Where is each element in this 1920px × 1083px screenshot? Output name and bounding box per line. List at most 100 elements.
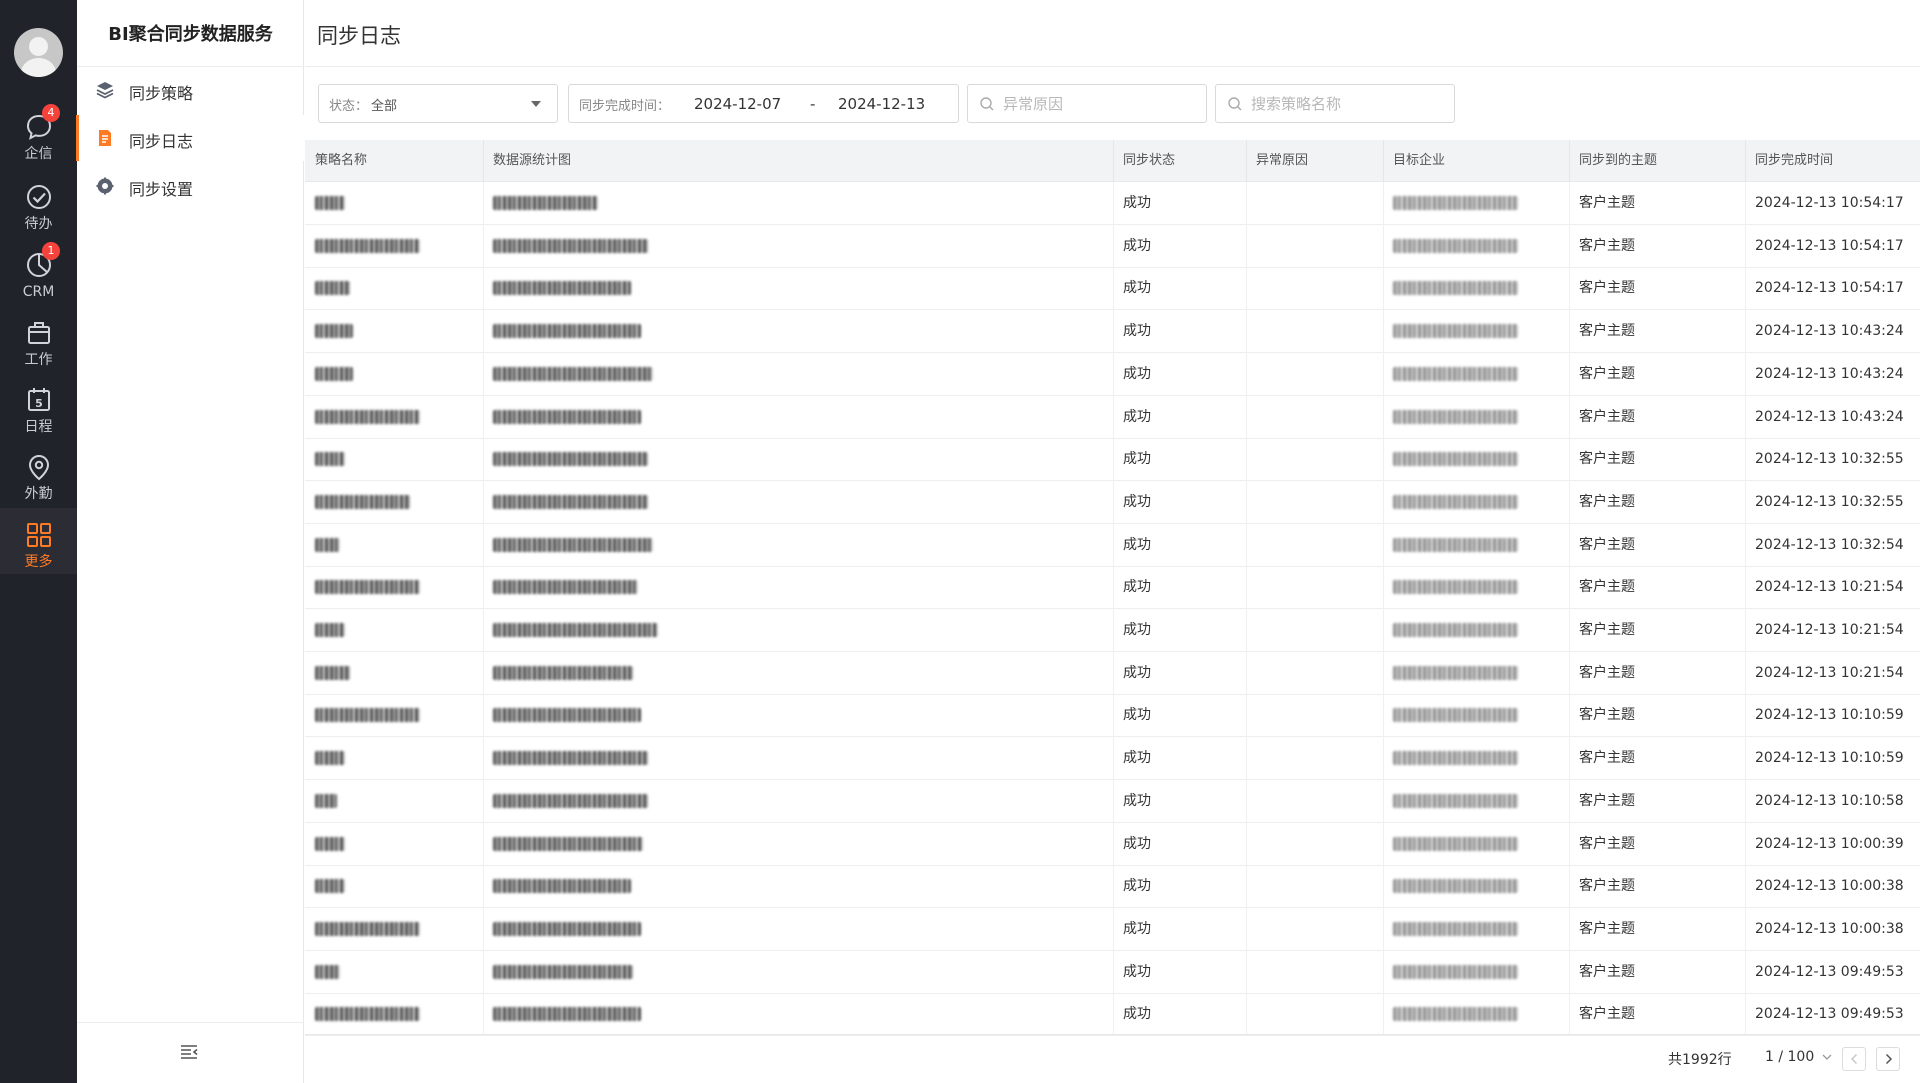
table-row[interactable]: 成功 客户主题 2024-12-13 10:54:17 bbox=[305, 267, 1920, 311]
column-divider bbox=[1745, 907, 1746, 951]
cell-sync-topic: 客户主题 bbox=[1579, 707, 1635, 724]
cell-datasource-chart bbox=[483, 694, 1113, 737]
column-divider bbox=[483, 694, 484, 738]
avatar[interactable] bbox=[14, 28, 63, 77]
table-row[interactable]: 成功 客户主题 2024-12-13 09:49:53 bbox=[305, 950, 1920, 994]
collapse-sidebar-icon[interactable] bbox=[177, 1040, 201, 1064]
table-row[interactable]: 成功 客户主题 2024-12-13 10:21:54 bbox=[305, 566, 1920, 610]
cell-datasource-chart bbox=[483, 566, 1113, 609]
rail-item-more[interactable]: 更多 bbox=[0, 508, 77, 574]
rail-item-work[interactable]: 工作 bbox=[0, 318, 77, 384]
redacted-text bbox=[493, 921, 641, 936]
cell-sync-topic: 客户主题 bbox=[1579, 536, 1635, 553]
cell-finish-time: 2024-12-13 10:00:38 bbox=[1755, 878, 1904, 895]
column-divider bbox=[1246, 480, 1247, 524]
column-divider bbox=[1745, 438, 1746, 482]
table-row[interactable]: 成功 客户主题 2024-12-13 10:10:59 bbox=[305, 737, 1920, 781]
column-divider bbox=[1745, 993, 1746, 1037]
redacted-text bbox=[493, 196, 598, 210]
column-divider bbox=[1569, 737, 1570, 781]
cell-target-company bbox=[1383, 566, 1569, 609]
cell-sync-status: 成功 bbox=[1123, 365, 1151, 382]
rail-item-schedule[interactable]: 5 日程 bbox=[0, 385, 77, 451]
cell-datasource-chart bbox=[483, 353, 1113, 396]
page-indicator[interactable]: 1 / 100 bbox=[1765, 1049, 1814, 1065]
column-divider bbox=[1569, 438, 1570, 482]
table-row[interactable]: 成功 客户主题 2024-12-13 10:00:38 bbox=[305, 907, 1920, 951]
reason-search-input[interactable] bbox=[1003, 91, 1198, 117]
row-count: 共1992行 bbox=[1668, 1052, 1732, 1068]
sidebar-item-strategy[interactable]: 同步策略 bbox=[77, 67, 304, 113]
table-row[interactable]: 成功 客户主题 2024-12-13 10:10:58 bbox=[305, 779, 1920, 823]
rail-item-messages[interactable]: 4 企信 bbox=[0, 104, 77, 178]
cell-target-company bbox=[1383, 353, 1569, 396]
table-row[interactable]: 成功 客户主题 2024-12-13 10:43:24 bbox=[305, 310, 1920, 354]
next-page-button[interactable] bbox=[1876, 1047, 1900, 1071]
rail-item-todo[interactable]: 待办 bbox=[0, 182, 77, 248]
table-row[interactable]: 成功 客户主题 2024-12-13 10:54:17 bbox=[305, 224, 1920, 268]
column-divider bbox=[1383, 267, 1384, 311]
date-start[interactable]: 2024-12-07 bbox=[694, 95, 781, 113]
column-divider bbox=[1113, 865, 1114, 909]
cell-error-reason bbox=[1246, 310, 1383, 353]
redacted-text bbox=[1393, 537, 1518, 552]
cell-finish-time: 2024-12-13 10:00:39 bbox=[1755, 835, 1904, 852]
table-row[interactable]: 成功 客户主题 2024-12-13 10:21:54 bbox=[305, 651, 1920, 695]
table-row[interactable]: 成功 客户主题 2024-12-13 10:00:38 bbox=[305, 865, 1920, 909]
column-divider bbox=[1383, 182, 1384, 225]
table-row[interactable]: 成功 客户主题 2024-12-13 10:21:54 bbox=[305, 609, 1920, 652]
cell-strategy-name bbox=[305, 566, 483, 609]
table-row[interactable]: 成功 客户主题 2024-12-13 10:43:24 bbox=[305, 352, 1920, 396]
status-select[interactable]: 状态： 全部 bbox=[318, 84, 558, 123]
prev-page-button[interactable] bbox=[1842, 1047, 1866, 1071]
cell-finish-time: 2024-12-13 10:43:24 bbox=[1755, 408, 1904, 425]
redacted-text bbox=[315, 623, 345, 637]
column-divider bbox=[1569, 865, 1570, 909]
column-divider bbox=[1569, 822, 1570, 866]
cell-target-company bbox=[1383, 524, 1569, 567]
cell-error-reason bbox=[1246, 566, 1383, 609]
column-divider bbox=[1383, 438, 1384, 482]
cell-sync-topic: 客户主题 bbox=[1579, 280, 1635, 297]
cell-strategy-name bbox=[305, 182, 483, 225]
rail-item-crm[interactable]: 1 CRM bbox=[0, 242, 77, 316]
table-row[interactable]: 成功 客户主题 2024-12-13 10:54:17 bbox=[305, 182, 1920, 225]
column-divider bbox=[1113, 224, 1114, 268]
column-divider bbox=[1113, 651, 1114, 695]
date-end[interactable]: 2024-12-13 bbox=[838, 95, 925, 113]
table-row[interactable]: 成功 客户主题 2024-12-13 10:32:55 bbox=[305, 438, 1920, 482]
sidebar-item-log[interactable]: 同步日志 bbox=[76, 115, 304, 161]
column-divider bbox=[1113, 694, 1114, 738]
table-row[interactable]: 成功 客户主题 2024-12-13 10:32:54 bbox=[305, 523, 1920, 567]
column-divider bbox=[1246, 907, 1247, 951]
cell-strategy-name bbox=[305, 524, 483, 567]
column-divider bbox=[1745, 224, 1746, 268]
table-row[interactable]: 成功 客户主题 2024-12-13 10:10:59 bbox=[305, 694, 1920, 738]
cell-error-reason bbox=[1246, 267, 1383, 310]
cell-error-reason bbox=[1246, 908, 1383, 951]
cell-error-reason bbox=[1246, 694, 1383, 737]
app-root: 4 企信 待办 1 CRM 工作 5 日程 外勤 更多 BI聚合同步数据服务 同… bbox=[0, 0, 1920, 1083]
date-separator: - bbox=[810, 95, 816, 113]
redacted-text bbox=[315, 238, 420, 253]
sidebar-item-settings[interactable]: 同步设置 bbox=[77, 163, 304, 209]
table-row[interactable]: 成功 客户主题 2024-12-13 10:43:24 bbox=[305, 395, 1920, 439]
table-row[interactable]: 成功 客户主题 2024-12-13 10:32:55 bbox=[305, 480, 1920, 524]
column-divider bbox=[1113, 993, 1114, 1037]
date-range-picker[interactable]: 同步完成时间： 2024-12-07 - 2024-12-13 bbox=[568, 84, 959, 123]
table-row[interactable]: 成功 客户主题 2024-12-13 10:00:39 bbox=[305, 822, 1920, 866]
table-row[interactable]: 成功 客户主题 2024-12-13 09:49:53 bbox=[305, 993, 1920, 1037]
redacted-text bbox=[1393, 366, 1518, 381]
redacted-text bbox=[493, 281, 631, 296]
column-divider bbox=[1113, 480, 1114, 524]
strategy-search-input[interactable] bbox=[1251, 91, 1446, 117]
redacted-text bbox=[1393, 964, 1518, 979]
redacted-text bbox=[493, 366, 653, 381]
column-divider bbox=[1383, 822, 1384, 866]
column-divider bbox=[1745, 950, 1746, 994]
cell-strategy-name bbox=[305, 823, 483, 866]
chevron-down-icon[interactable] bbox=[1822, 1052, 1832, 1062]
column-divider bbox=[1246, 224, 1247, 268]
column-divider bbox=[1569, 523, 1570, 567]
cell-finish-time: 2024-12-13 10:43:24 bbox=[1755, 365, 1904, 382]
